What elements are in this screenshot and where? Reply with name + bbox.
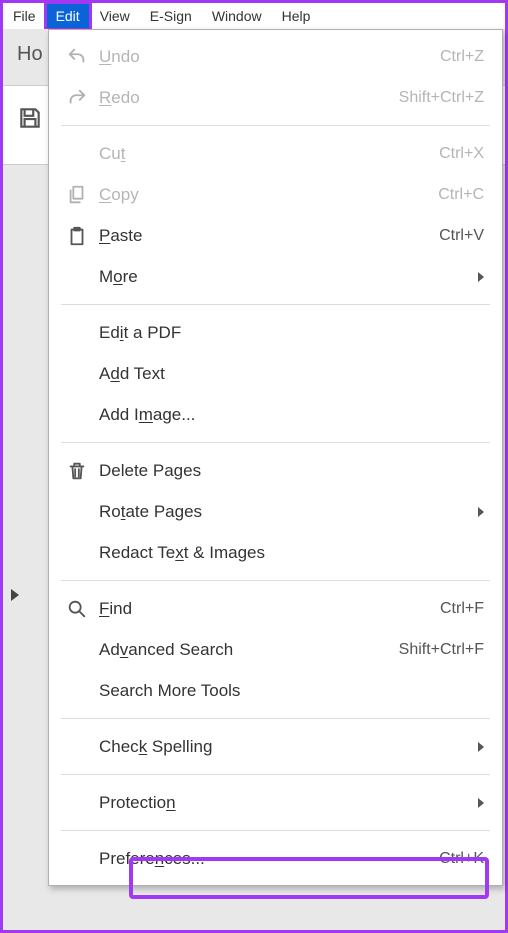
menubar-item-view[interactable]: View bbox=[90, 3, 140, 29]
menubar-item-window[interactable]: Window bbox=[202, 3, 272, 29]
menu-item-label: Cut bbox=[95, 144, 125, 164]
menu-item-edit-a-pdf[interactable]: Edit a PDF bbox=[49, 312, 502, 353]
menu-item-label: Find bbox=[95, 599, 132, 619]
menubar: FileEditViewE-SignWindowHelp bbox=[3, 3, 505, 29]
menu-item-shortcut: Ctrl+K bbox=[439, 850, 484, 868]
menu-item-delete-pages[interactable]: Delete Pages bbox=[49, 450, 502, 491]
edit-menu-dropdown: UndoCtrl+ZRedoShift+Ctrl+ZCutCtrl+XCopyC… bbox=[48, 29, 503, 886]
menu-item-redo: Redo Shift+Ctrl+Z bbox=[49, 77, 502, 118]
chevron-right-icon bbox=[478, 798, 484, 808]
menu-item-more[interactable]: More bbox=[49, 256, 502, 297]
menu-item-label: Edit a PDF bbox=[95, 323, 181, 343]
trash-icon bbox=[66, 460, 88, 482]
menu-item-label: Add Image... bbox=[95, 405, 195, 425]
menu-item-check-spelling[interactable]: Check Spelling bbox=[49, 726, 502, 767]
menu-separator bbox=[61, 442, 490, 443]
menu-item-add-text[interactable]: Add Text bbox=[49, 353, 502, 394]
menu-item-shortcut: Ctrl+X bbox=[439, 145, 484, 163]
menu-item-advanced-search[interactable]: Advanced Search Shift+Ctrl+F bbox=[49, 629, 502, 670]
menu-item-label: Delete Pages bbox=[95, 461, 201, 481]
menu-item-cut: Cut Ctrl+X bbox=[49, 133, 502, 174]
menu-item-label: Add Text bbox=[95, 364, 165, 384]
menu-item-label: More bbox=[95, 267, 138, 287]
menu-item-add-image[interactable]: Add Image... bbox=[49, 394, 502, 435]
home-tab-fragment: Ho bbox=[17, 43, 43, 66]
menu-item-protection[interactable]: Protection bbox=[49, 782, 502, 823]
menu-item-label: Rotate Pages bbox=[95, 502, 202, 522]
chevron-right-icon bbox=[478, 507, 484, 517]
menu-item-preferences[interactable]: Preferences... Ctrl+K bbox=[49, 838, 502, 879]
menu-item-label: Redo bbox=[95, 88, 140, 108]
menu-separator bbox=[61, 580, 490, 581]
sidebar-expand-icon[interactable] bbox=[11, 589, 19, 601]
menu-item-label: Paste bbox=[95, 226, 142, 246]
menubar-item-esign[interactable]: E-Sign bbox=[140, 3, 202, 29]
paste-icon bbox=[66, 225, 88, 247]
menu-item-label: Preferences... bbox=[95, 849, 205, 869]
menubar-item-file[interactable]: File bbox=[3, 3, 46, 29]
menu-item-label: Copy bbox=[95, 185, 139, 205]
menu-separator bbox=[61, 774, 490, 775]
menu-item-shortcut: Ctrl+V bbox=[439, 227, 484, 245]
menu-item-search-more-tools[interactable]: Search More Tools bbox=[49, 670, 502, 711]
menu-separator bbox=[61, 830, 490, 831]
menu-item-label: Redact Text & Images bbox=[95, 543, 265, 563]
menu-item-rotate-pages[interactable]: Rotate Pages bbox=[49, 491, 502, 532]
menu-separator bbox=[61, 304, 490, 305]
menubar-item-help[interactable]: Help bbox=[272, 3, 321, 29]
undo-icon bbox=[66, 46, 88, 68]
menu-separator bbox=[61, 125, 490, 126]
menu-separator bbox=[61, 718, 490, 719]
menu-item-copy: Copy Ctrl+C bbox=[49, 174, 502, 215]
menu-item-label: Undo bbox=[95, 47, 140, 67]
copy-icon bbox=[66, 184, 88, 206]
menu-item-label: Search More Tools bbox=[95, 681, 240, 701]
menu-item-label: Protection bbox=[95, 793, 176, 813]
menu-item-shortcut: Ctrl+Z bbox=[440, 48, 484, 66]
menu-item-undo: Undo Ctrl+Z bbox=[49, 36, 502, 77]
search-icon bbox=[66, 598, 88, 620]
menu-item-redact-text-images[interactable]: Redact Text & Images bbox=[49, 532, 502, 573]
menu-item-find[interactable]: Find Ctrl+F bbox=[49, 588, 502, 629]
menu-item-shortcut: Shift+Ctrl+Z bbox=[399, 89, 484, 107]
menu-item-label: Check Spelling bbox=[95, 737, 212, 757]
menu-item-label: Advanced Search bbox=[95, 640, 233, 660]
redo-icon bbox=[66, 87, 88, 109]
chevron-right-icon bbox=[478, 742, 484, 752]
menu-item-shortcut: Ctrl+C bbox=[438, 186, 484, 204]
save-icon[interactable] bbox=[17, 105, 43, 131]
menu-item-shortcut: Ctrl+F bbox=[440, 600, 484, 618]
chevron-right-icon bbox=[478, 272, 484, 282]
menu-item-paste[interactable]: Paste Ctrl+V bbox=[49, 215, 502, 256]
menu-item-shortcut: Shift+Ctrl+F bbox=[399, 641, 484, 659]
menubar-item-edit[interactable]: Edit bbox=[46, 3, 90, 29]
